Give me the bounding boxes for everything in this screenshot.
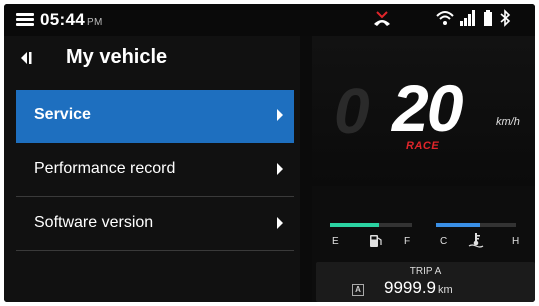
menu-panel: My vehicle Service Performance record So… — [4, 36, 300, 302]
speedometer: 0 20 km/h RACE — [312, 36, 535, 186]
coolant-temperature-icon — [468, 233, 484, 248]
menu-header: My vehicle — [4, 36, 300, 80]
menu-item-software-version[interactable]: Software version — [16, 198, 294, 251]
menu-item-label: Performance record — [34, 160, 176, 177]
trip-value-group: 9999.9 km — [384, 278, 453, 298]
menu-item-service[interactable]: Service — [16, 90, 294, 143]
clock-ampm: PM — [86, 17, 103, 28]
back-icon[interactable] — [20, 50, 36, 66]
fuel-pump-icon — [370, 235, 382, 247]
menu-item-label: Software version — [34, 214, 154, 231]
temperature-hot-label: H — [512, 236, 520, 247]
fuel-gauge — [330, 223, 412, 227]
wifi-icon — [436, 11, 454, 25]
riding-mode: RACE — [406, 140, 440, 152]
battery-icon — [484, 10, 492, 26]
speed-ghost-digit: 0 — [334, 75, 370, 147]
temperature-cold-label: C — [440, 236, 448, 247]
signal-icon — [460, 10, 475, 26]
gauges: E F C H — [312, 218, 535, 258]
trip-unit: km — [438, 284, 453, 296]
chevron-right-icon — [277, 163, 283, 175]
speed-unit: km/h — [496, 116, 520, 128]
temperature-gauge-fill — [436, 223, 480, 227]
cluster-screen: 05:44 PM My vehicle Service Performance … — [4, 4, 535, 302]
chevron-right-icon — [277, 217, 283, 229]
trip-value: 9999.9 — [384, 278, 436, 297]
page-title: My vehicle — [66, 46, 168, 68]
temperature-gauge — [436, 223, 516, 227]
missed-call-icon — [374, 11, 390, 26]
dashboard-panel: 0 20 km/h RACE E F C H TRIP A A 9999.9 k… — [312, 36, 535, 302]
status-bar: 05:44 PM — [4, 4, 535, 36]
clock: 05:44 PM — [40, 10, 103, 30]
menu-item-label: Service — [34, 106, 91, 123]
menu-item-performance-record[interactable]: Performance record — [16, 144, 294, 197]
speed-value: 20 — [392, 71, 463, 145]
trip-meter[interactable]: TRIP A A 9999.9 km — [316, 262, 535, 302]
chevron-right-icon — [277, 109, 283, 121]
trip-badge: A — [352, 284, 364, 296]
menu-icon[interactable] — [16, 13, 34, 26]
fuel-gauge-fill — [330, 223, 380, 227]
bluetooth-icon — [500, 9, 511, 27]
clock-time: 05:44 — [40, 10, 85, 29]
fuel-full-label: F — [404, 236, 411, 247]
trip-label: TRIP A — [409, 266, 442, 277]
fuel-empty-label: E — [332, 236, 339, 247]
